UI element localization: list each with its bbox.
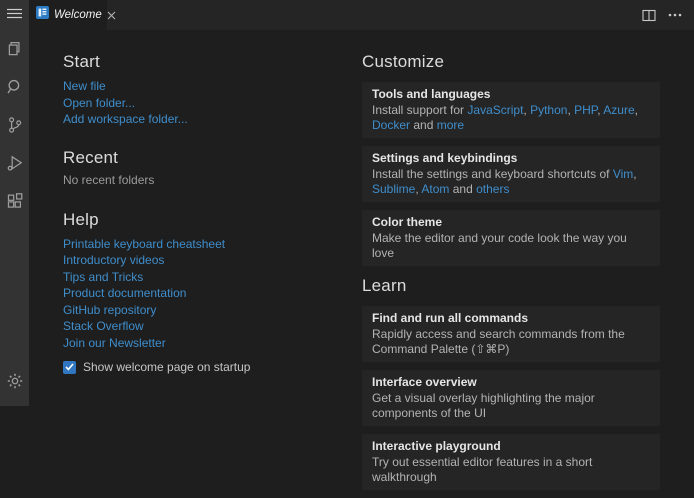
learn-cards: Find and run all commands Rapidly access…: [362, 306, 660, 490]
menu-icon: [7, 8, 22, 19]
manage-button[interactable]: [0, 362, 29, 400]
card-interactive-playground[interactable]: Interactive playground Try out essential…: [362, 434, 660, 490]
card-title: Interface overview: [372, 375, 650, 390]
customize-cards: Tools and languages Install support for …: [362, 82, 660, 266]
card-description: Try out essential editor features in a s…: [372, 455, 650, 485]
close-icon[interactable]: [107, 11, 116, 20]
inline-link-php[interactable]: PHP: [574, 103, 597, 117]
inline-link-python[interactable]: Python: [530, 103, 567, 117]
card-description: Rapidly access and search commands from …: [372, 327, 650, 357]
card-interface-overview[interactable]: Interface overview Get a visual overlay …: [362, 370, 660, 426]
run-debug-icon: [6, 154, 24, 172]
recent-heading: Recent: [63, 147, 348, 169]
search-icon: [6, 78, 24, 96]
link-open-folder[interactable]: Open folder...: [63, 96, 135, 112]
editor-actions: [642, 0, 694, 30]
customize-heading: Customize: [362, 51, 660, 73]
help-heading: Help: [63, 209, 348, 231]
sidebar-item-extensions[interactable]: [0, 182, 29, 220]
sidebar-item-run-debug[interactable]: [0, 144, 29, 182]
link-stack-overflow[interactable]: Stack Overflow: [63, 319, 144, 335]
start-heading: Start: [63, 51, 348, 73]
startup-checkbox-label: Show welcome page on startup: [83, 360, 250, 374]
link-add-workspace-folder[interactable]: Add workspace folder...: [63, 112, 188, 128]
card-color-theme[interactable]: Color theme Make the editor and your cod…: [362, 210, 660, 266]
inline-link-others[interactable]: others: [476, 182, 509, 196]
more-actions-icon[interactable]: [668, 13, 682, 17]
card-settings-and-keybindings[interactable]: Settings and keybindings Install the set…: [362, 146, 660, 202]
card-title: Color theme: [372, 215, 650, 230]
inline-link-docker[interactable]: Docker: [372, 118, 410, 132]
card-title: Interactive playground: [372, 439, 650, 454]
split-editor-icon[interactable]: [642, 9, 656, 22]
welcome-right-column: Customize Tools and languages Install su…: [362, 51, 660, 498]
link-github-repository[interactable]: GitHub repository: [63, 303, 156, 319]
desc-text: ,: [635, 103, 638, 117]
inline-link-javascript[interactable]: JavaScript: [467, 103, 523, 117]
startup-checkbox-row[interactable]: Show welcome page on startup: [63, 360, 348, 374]
help-links: Printable keyboard cheatsheet Introducto…: [63, 236, 348, 352]
card-title: Tools and languages: [372, 87, 650, 102]
link-new-file[interactable]: New file: [63, 79, 106, 95]
menu-button[interactable]: [0, 0, 29, 26]
card-description: Install the settings and keyboard shortc…: [372, 167, 650, 197]
inline-link-vim[interactable]: Vim: [613, 167, 633, 181]
inline-link-sublime[interactable]: Sublime: [372, 182, 415, 196]
inline-link-more[interactable]: more: [437, 118, 464, 132]
extensions-icon: [6, 192, 24, 210]
sidebar-item-source-control[interactable]: [0, 106, 29, 144]
card-title: Settings and keybindings: [372, 151, 650, 166]
desc-text: and: [410, 118, 437, 132]
source-control-icon: [6, 116, 24, 134]
desc-text: ,: [633, 167, 636, 181]
start-links: New file Open folder... Add workspace fo…: [63, 78, 348, 128]
link-tips-and-tricks[interactable]: Tips and Tricks: [63, 270, 143, 286]
explorer-icon: [6, 40, 24, 58]
sidebar-item-search[interactable]: [0, 68, 29, 106]
link-introductory-videos[interactable]: Introductory videos: [63, 253, 164, 269]
activity-bar: [0, 0, 29, 406]
checkmark-icon: [65, 363, 74, 371]
welcome-left-column: Start New file Open folder... Add worksp…: [63, 51, 348, 374]
desc-text: Install support for: [372, 103, 467, 117]
link-keyboard-cheatsheet[interactable]: Printable keyboard cheatsheet: [63, 237, 225, 253]
checkbox[interactable]: [63, 361, 76, 374]
sidebar-item-explorer[interactable]: [0, 30, 29, 68]
welcome-preview-icon: [36, 6, 49, 24]
link-product-documentation[interactable]: Product documentation: [63, 286, 186, 302]
settings-gear-icon: [6, 372, 24, 390]
tab-bar: Welcome: [29, 0, 694, 30]
card-title: Find and run all commands: [372, 311, 650, 326]
vscode-window: { "window": { "app": "Visual Studio Code…: [0, 0, 694, 406]
tab-label: Welcome: [54, 9, 102, 21]
desc-text: Install the settings and keyboard shortc…: [372, 167, 613, 181]
tab-welcome[interactable]: Welcome: [29, 0, 107, 30]
inline-link-atom[interactable]: Atom: [421, 182, 449, 196]
card-tools-and-languages[interactable]: Tools and languages Install support for …: [362, 82, 660, 138]
desc-text: and: [449, 182, 476, 196]
inline-link-azure[interactable]: Azure: [603, 103, 634, 117]
card-description: Install support for JavaScript, Python, …: [372, 103, 650, 133]
learn-heading: Learn: [362, 275, 660, 297]
card-find-run-commands[interactable]: Find and run all commands Rapidly access…: [362, 306, 660, 362]
link-join-newsletter[interactable]: Join our Newsletter: [63, 336, 166, 352]
card-description: Make the editor and your code look the w…: [372, 231, 650, 261]
recent-empty-text: No recent folders: [63, 173, 348, 188]
